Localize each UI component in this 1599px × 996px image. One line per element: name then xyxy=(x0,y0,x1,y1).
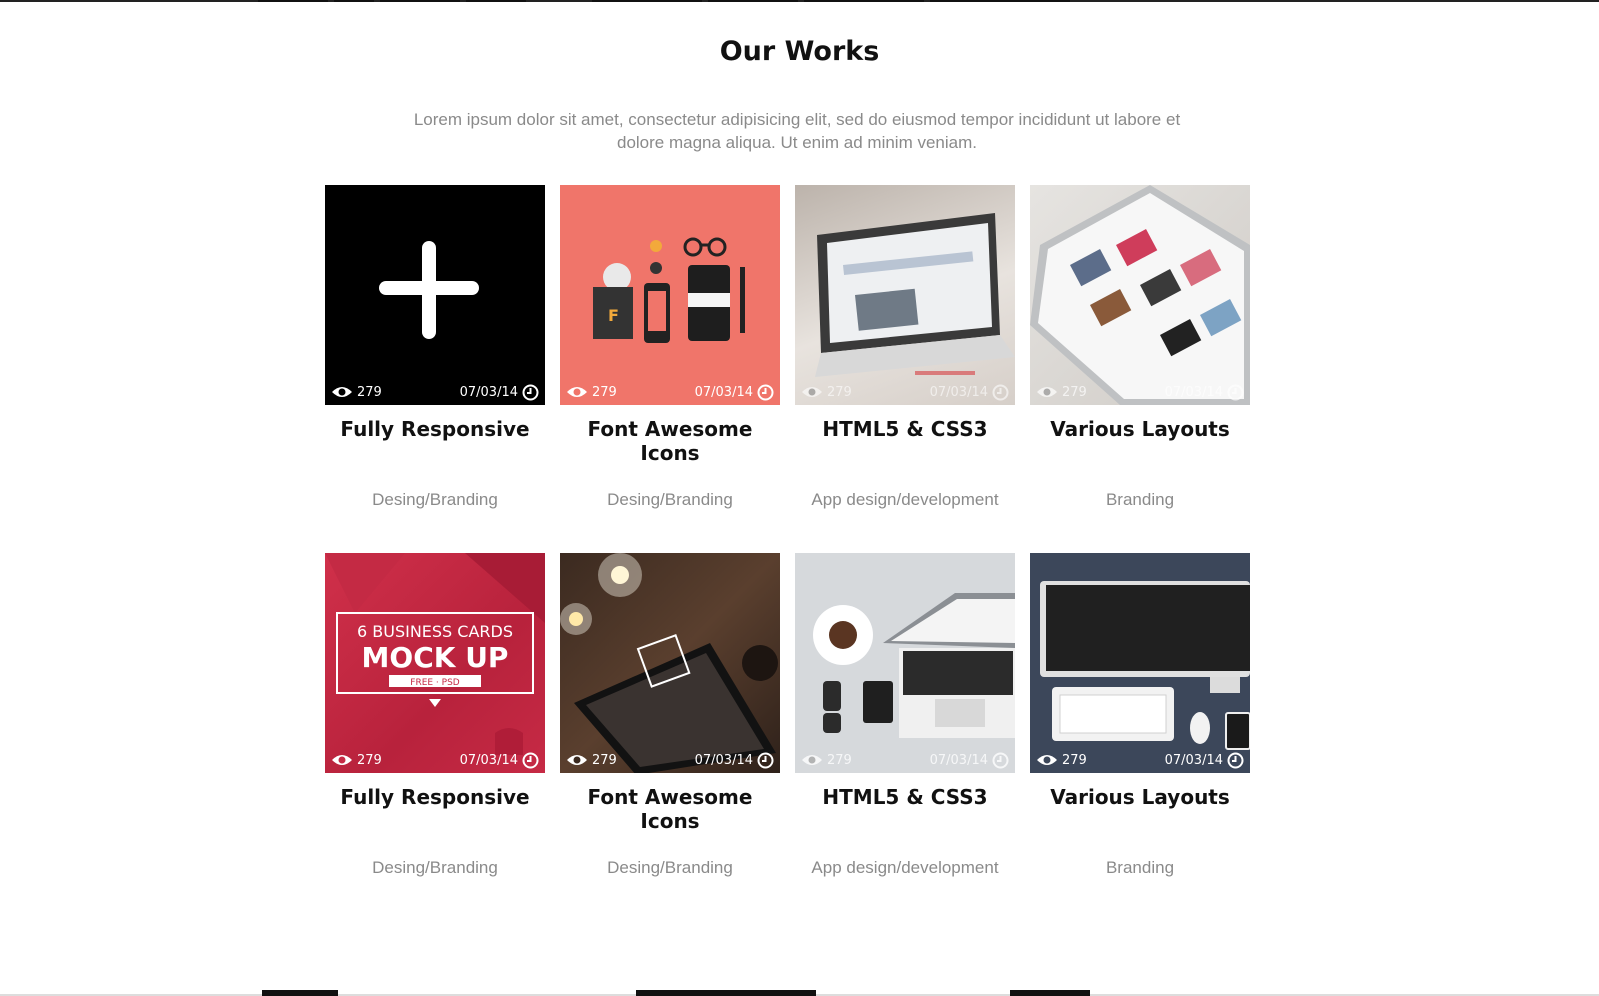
clock-icon xyxy=(522,384,539,400)
eye-icon xyxy=(332,755,352,765)
thumb-meta: 279 07/03/14 xyxy=(795,747,1015,773)
work-category: Desing/Branding xyxy=(372,490,498,509)
work-title[interactable]: Font Awesome Icons xyxy=(560,417,780,465)
work-thumbnail[interactable]: 279 07/03/14 xyxy=(560,553,780,773)
view-count: 279 xyxy=(1062,384,1087,400)
section-intro: Lorem ipsum dolor sit amet, consectetur … xyxy=(413,110,1181,152)
view-count: 279 xyxy=(1062,752,1087,768)
work-category: Branding xyxy=(1105,490,1175,509)
clock-icon xyxy=(992,752,1009,768)
work-thumbnail[interactable]: 279 07/03/14 xyxy=(325,185,545,405)
clipped-heading-below xyxy=(636,990,816,996)
thumb-meta: 279 07/03/14 xyxy=(325,747,545,773)
work-card[interactable]: 279 07/03/14 Fully Responsive Desing/Bra… xyxy=(325,185,545,553)
desk-flatlay-illustration xyxy=(813,593,1015,738)
work-category: Desing/Branding xyxy=(372,858,498,877)
clipped-heading-below xyxy=(1010,990,1090,996)
mockup-line2: MOCK UP xyxy=(362,641,509,674)
eye-icon xyxy=(1037,387,1057,397)
clock-icon xyxy=(757,384,774,400)
post-date: 07/03/14 xyxy=(459,752,518,768)
work-card[interactable]: 6 BUSINESS CARDS MOCK UP FREE · PSD 279 … xyxy=(325,553,545,921)
thumb-meta: 279 07/03/14 xyxy=(325,379,545,405)
work-category: Desing/Branding xyxy=(607,490,733,509)
clipped-heading-above xyxy=(258,0,1258,2)
work-category: Branding xyxy=(1105,858,1175,877)
mockup-line1: 6 BUSINESS CARDS xyxy=(357,622,513,641)
work-category: Desing/Branding xyxy=(607,858,733,877)
view-count: 279 xyxy=(592,752,617,768)
thumb-meta: 279 07/03/14 xyxy=(1030,747,1250,773)
view-count: 279 xyxy=(827,384,852,400)
work-title[interactable]: Various Layouts xyxy=(1030,785,1250,809)
work-title[interactable]: Fully Responsive xyxy=(325,417,545,441)
clock-icon xyxy=(757,752,774,768)
post-date: 07/03/14 xyxy=(694,384,753,400)
thumb-meta: 279 07/03/14 xyxy=(560,747,780,773)
eye-icon xyxy=(1037,755,1057,765)
work-title[interactable]: Fully Responsive xyxy=(325,785,545,809)
work-card[interactable]: 279 07/03/14 Various Layouts Branding xyxy=(1030,185,1250,553)
post-date: 07/03/14 xyxy=(929,752,988,768)
work-title[interactable]: Font Awesome Icons xyxy=(560,785,780,833)
mockup-line3: FREE · PSD xyxy=(410,678,460,688)
eye-icon xyxy=(802,387,822,397)
work-thumbnail[interactable]: 279 07/03/14 xyxy=(795,185,1015,405)
view-count: 279 xyxy=(357,384,382,400)
work-title[interactable]: HTML5 & CSS3 xyxy=(795,785,1015,809)
tablet-candles-illustration xyxy=(560,553,778,773)
work-thumbnail[interactable]: 279 07/03/14 xyxy=(1030,553,1250,773)
work-thumbnail[interactable]: F 279 07/03/14 xyxy=(560,185,780,405)
laptop-illustration xyxy=(815,213,1015,377)
eye-icon xyxy=(567,755,587,765)
clock-icon xyxy=(522,752,539,768)
desktop-workspace-illustration xyxy=(1040,581,1250,750)
clock-icon xyxy=(1227,752,1244,768)
works-grid: 279 07/03/14 Fully Responsive Desing/Bra… xyxy=(325,185,1265,921)
work-card[interactable]: 279 07/03/14 Font Awesome Icons Desing/B… xyxy=(560,553,780,921)
work-title[interactable]: Various Layouts xyxy=(1030,417,1250,441)
work-title[interactable]: HTML5 & CSS3 xyxy=(795,417,1015,441)
work-thumbnail[interactable]: 6 BUSINESS CARDS MOCK UP FREE · PSD 279 … xyxy=(325,553,545,773)
post-date: 07/03/14 xyxy=(694,752,753,768)
work-category: App design/development xyxy=(811,490,999,509)
clock-icon xyxy=(1227,384,1244,400)
business-card-mockup: 6 BUSINESS CARDS MOCK UP FREE · PSD xyxy=(325,553,545,755)
post-date: 07/03/14 xyxy=(1164,384,1223,400)
thumb-meta: 279 07/03/14 xyxy=(1030,379,1250,405)
clock-icon xyxy=(992,384,1009,400)
view-count: 279 xyxy=(357,752,382,768)
phone-illustration xyxy=(1030,185,1250,405)
post-date: 07/03/14 xyxy=(1164,752,1223,768)
work-card[interactable]: 279 07/03/14 HTML5 & CSS3 App design/dev… xyxy=(795,185,1015,553)
work-card[interactable]: F 279 07/03/14 Font Awesome Icons Desing… xyxy=(560,185,780,553)
thumb-meta: 279 07/03/14 xyxy=(795,379,1015,405)
work-card[interactable]: 279 07/03/14 Various Layouts Branding xyxy=(1030,553,1250,921)
thumb-meta: 279 07/03/14 xyxy=(560,379,780,405)
post-date: 07/03/14 xyxy=(459,384,518,400)
eye-icon xyxy=(332,387,352,397)
work-card[interactable]: 279 07/03/14 HTML5 & CSS3 App design/dev… xyxy=(795,553,1015,921)
stationery-illustration: F xyxy=(593,237,745,343)
eye-icon xyxy=(802,755,822,765)
eye-icon xyxy=(567,387,587,397)
work-thumbnail[interactable]: 279 07/03/14 xyxy=(1030,185,1250,405)
clipped-heading-below xyxy=(262,990,338,996)
section-title: Our Works xyxy=(719,36,880,67)
view-count: 279 xyxy=(592,384,617,400)
svg-text:F: F xyxy=(608,306,619,325)
work-thumbnail[interactable]: 279 07/03/14 xyxy=(795,553,1015,773)
work-category: App design/development xyxy=(811,858,999,877)
plus-icon xyxy=(379,241,479,339)
view-count: 279 xyxy=(827,752,852,768)
post-date: 07/03/14 xyxy=(929,384,988,400)
